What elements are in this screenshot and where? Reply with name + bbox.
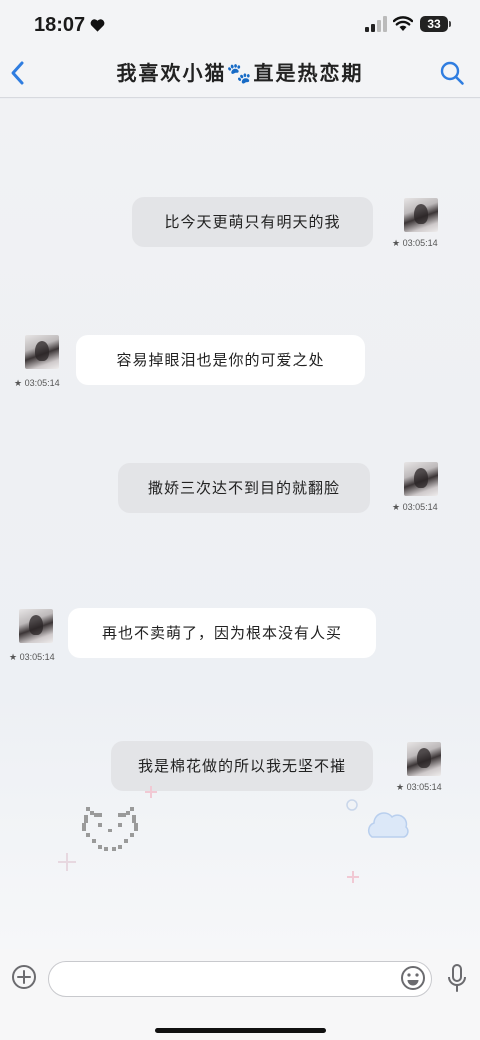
message-timestamp: ★ 03:05:14 [392,502,438,512]
microphone-icon[interactable] [447,963,467,993]
message-bubble[interactable]: 再也不卖萌了，因为根本没有人买 [68,608,376,658]
plus-circle-icon[interactable] [11,964,37,990]
battery-tip [449,21,451,27]
message-input-container[interactable] [48,961,432,997]
cellular-signal-icon [365,16,387,32]
input-bar [0,949,480,1040]
battery-indicator: 33 [420,16,448,32]
avatar[interactable] [19,609,53,643]
chevron-left-icon[interactable] [8,60,28,86]
message-bubble[interactable]: 比今天更萌只有明天的我 [132,197,373,247]
sparkle-decoration [347,871,359,883]
heart-icon [90,19,105,32]
message-timestamp: ★ 03:05:14 [9,652,55,662]
bubble-decoration [346,799,358,811]
cloud-decoration [368,812,409,838]
smiley-icon[interactable] [400,965,426,991]
message-bubble[interactable]: 撒娇三次达不到目的就翻脸 [118,463,370,513]
wifi-icon [393,16,413,31]
search-icon[interactable] [439,60,465,86]
message-timestamp: ★ 03:05:14 [396,782,442,792]
message-bubble[interactable]: 我是棉花做的所以我无坚不摧 [111,741,373,791]
sparkle-decoration [58,853,76,871]
home-indicator[interactable] [155,1028,326,1033]
status-bar: 18:07 33 [0,0,480,50]
chat-title: 我喜欢小猫🐾直是热恋期 [116,61,364,85]
avatar[interactable] [407,742,441,776]
chat-area[interactable]: 比今天更萌只有明天的我 ★ 03:05:14 ★ 03:05:14 容易掉眼泪也… [0,99,480,949]
status-time: 18:07 [34,14,86,36]
message-input[interactable] [63,962,403,996]
pixel-cat-decoration [82,807,138,851]
message-timestamp: ★ 03:05:14 [14,378,60,388]
sparkle-decoration [145,786,157,798]
avatar[interactable] [25,335,59,369]
message-bubble[interactable]: 容易掉眼泪也是你的可爱之处 [76,335,365,385]
avatar[interactable] [404,198,438,232]
avatar[interactable] [404,462,438,496]
message-timestamp: ★ 03:05:14 [392,238,438,248]
chat-header: 我喜欢小猫🐾直是热恋期 [0,50,480,98]
